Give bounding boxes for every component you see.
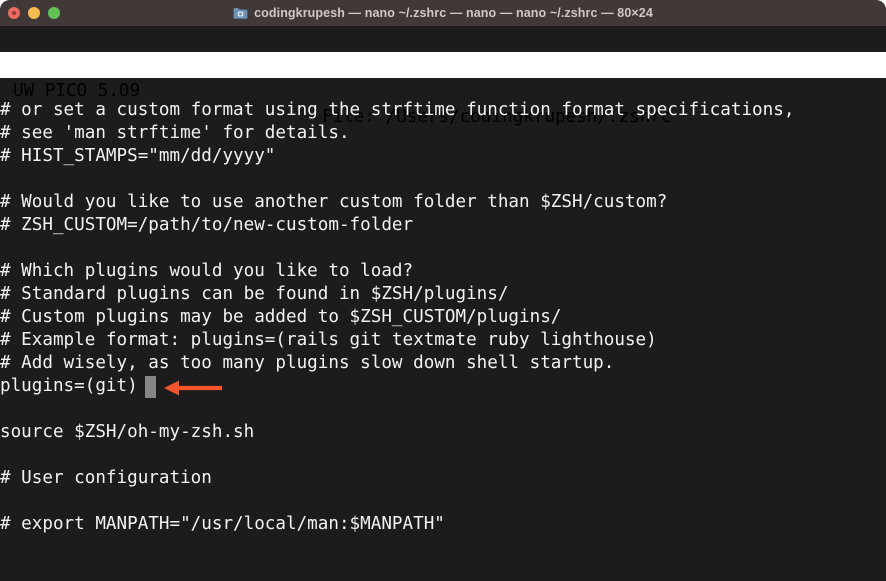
window-title: codingkrupesh — nano ~/.zshrc — nano — n…	[254, 6, 653, 20]
folder-icon	[233, 7, 248, 20]
editor-line: # export MANPATH="/usr/local/man:$MANPAT…	[0, 514, 445, 534]
traffic-light-group	[8, 0, 60, 26]
editor-line: # Custom plugins may be added to $ZSH_CU…	[0, 307, 562, 327]
close-button[interactable]	[8, 7, 20, 19]
editor-line: # Add wisely, as too many plugins slow d…	[0, 353, 615, 373]
minimize-button[interactable]	[28, 7, 40, 19]
editor-line: # Standard plugins can be found in $ZSH/…	[0, 284, 509, 304]
maximize-button[interactable]	[48, 7, 60, 19]
editor-help-bar: ^G Get Help ^O WriteOut ^R Read File ^Y …	[0, 557, 886, 581]
editor-line: source $ZSH/oh-my-zsh.sh	[0, 422, 255, 442]
window-titlebar: codingkrupesh — nano ~/.zshrc — nano — n…	[0, 0, 886, 26]
help-row-primary: ^G Get Help ^O WriteOut ^R Read File ^Y …	[0, 559, 886, 581]
editor-status-bar: UW PICO 5.09 File: /Users/codingkrupesh/…	[0, 52, 886, 127]
terminal-content: UW PICO 5.09 File: /Users/codingkrupesh/…	[0, 26, 886, 581]
editor-line: # see 'man strftime' for details.	[0, 123, 350, 143]
editor-line-plugins: plugins=(git)	[0, 376, 138, 396]
editor-line: # Which plugins would you like to load?	[0, 261, 414, 281]
editor-line: # User configuration	[0, 468, 212, 488]
editor-line: # Would you like to use another custom f…	[0, 192, 668, 212]
text-cursor	[145, 376, 156, 398]
terminal-window: codingkrupesh — nano ~/.zshrc — nano — n…	[0, 0, 886, 581]
editor-line: # or set a custom format using the strft…	[0, 100, 795, 120]
editor-line: # HIST_STAMPS="mm/dd/yyyy"	[0, 146, 276, 166]
editor-line: # Example format: plugins=(rails git tex…	[0, 330, 657, 350]
editor-line: # ZSH_CUSTOM=/path/to/new-custom-folder	[0, 215, 414, 235]
editor-text-area[interactable]: # or set a custom format using the strft…	[0, 78, 886, 554]
window-title-group: codingkrupesh — nano ~/.zshrc — nano — n…	[0, 0, 886, 26]
